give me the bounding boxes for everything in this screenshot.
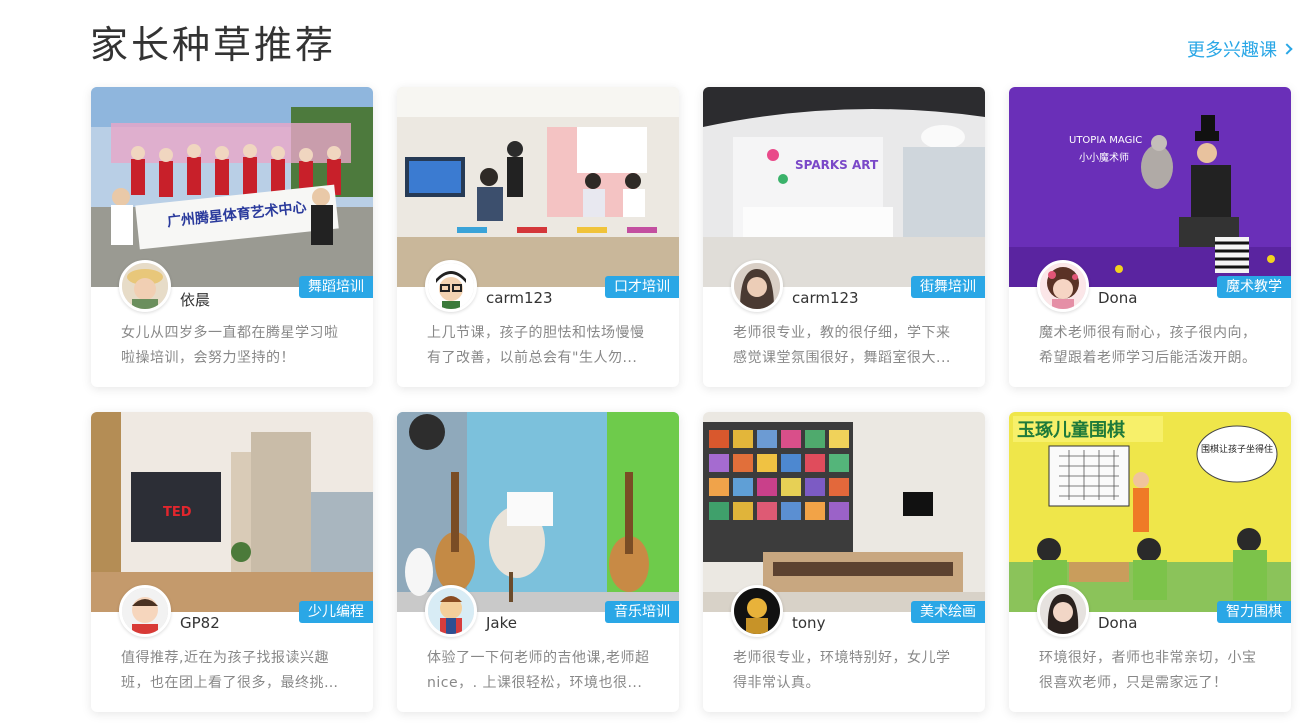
user-avatar bbox=[425, 585, 477, 637]
user-name: Dona bbox=[1098, 289, 1138, 307]
course-photo bbox=[703, 412, 985, 612]
review-text: 女儿从四岁多一直都在腾星学习啦啦操培训，会努力坚持的！ bbox=[121, 325, 339, 366]
review-card[interactable]: TED 少儿编程 GP82 值得推荐,近在为孩子找报读兴趣班，也在团上看了很多，… bbox=[91, 412, 373, 712]
user-avatar bbox=[1037, 585, 1089, 637]
user-name: Dona bbox=[1098, 614, 1138, 632]
more-interest-courses-link[interactable]: 更多兴趣课 bbox=[1187, 36, 1293, 62]
review-text: 魔术老师很有耐心，孩子很内向，希望跟着老师学习后能活泼开朗。 bbox=[1039, 325, 1257, 366]
review-card[interactable]: 玉琢儿童围棋 围棋让孩子坐得住 智力围棋 Dona 环境很好，者师也非常亲切，小… bbox=[1009, 412, 1291, 712]
course-category-tag: 魔术教学 bbox=[1217, 276, 1291, 298]
review-text: 老师很专业，环境特别好，女儿学得非常认真。 bbox=[733, 650, 951, 691]
course-category-tag: 街舞培训 bbox=[911, 276, 985, 298]
user-avatar bbox=[119, 585, 171, 637]
course-category-tag: 美术绘画 bbox=[911, 601, 985, 623]
course-category-tag: 舞蹈培训 bbox=[299, 276, 373, 298]
recommendation-grid: 广州腾星体育艺术中心 舞蹈培训 依晨 女儿从四岁多一直都在腾星学习啦啦操培训，会… bbox=[91, 87, 1291, 712]
user-avatar bbox=[425, 260, 477, 312]
ted-logo-text: TED bbox=[163, 505, 192, 520]
user-avatar bbox=[119, 260, 171, 312]
studio-logo-text: SPARKS ART bbox=[795, 158, 879, 172]
page-title: 家长种草推荐 bbox=[90, 23, 337, 67]
review-card[interactable]: 音乐培训 Jake 体验了一下何老师的吉他课,老师超nice，. 上课很轻松，环… bbox=[397, 412, 679, 712]
course-photo bbox=[397, 87, 679, 287]
course-photo: SPARKS ART bbox=[703, 87, 985, 287]
course-photo: UTOPIA MAGIC 小小魔术师 bbox=[1009, 87, 1291, 287]
chevron-right-icon bbox=[1281, 43, 1293, 55]
review-text: 上几节课，孩子的胆怯和怯场慢慢有了改善，以前总会有"生人勿... bbox=[427, 325, 645, 366]
more-link-label: 更多兴趣课 bbox=[1187, 40, 1277, 61]
user-name: Jake bbox=[486, 614, 517, 632]
course-category-tag: 音乐培训 bbox=[605, 601, 679, 623]
magic-subtitle-text: 小小魔术师 bbox=[1079, 151, 1129, 164]
review-card[interactable]: 美术绘画 tony 老师很专业，环境特别好，女儿学得非常认真。 bbox=[703, 412, 985, 712]
user-name: tony bbox=[792, 614, 826, 632]
course-photo: 广州腾星体育艺术中心 bbox=[91, 87, 373, 287]
review-card[interactable]: UTOPIA MAGIC 小小魔术师 魔术教学 Dona 魔术老师很有耐心，孩子… bbox=[1009, 87, 1291, 387]
slogan-text: 围棋让孩子坐得住 bbox=[1201, 443, 1273, 455]
user-avatar bbox=[731, 260, 783, 312]
review-text: 老师很专业，教的很仔细，学下来感觉课堂氛围很好，舞蹈室很大... bbox=[733, 325, 951, 366]
review-card[interactable]: SPARKS ART 街舞培训 carm123 老师很专业，教的很仔细，学下来感… bbox=[703, 87, 985, 387]
user-name: 依晨 bbox=[180, 291, 211, 309]
course-category-tag: 智力围棋 bbox=[1217, 601, 1291, 623]
review-card[interactable]: 口才培训 carm123 上几节课，孩子的胆怯和怯场慢慢有了改善，以前总会有"生… bbox=[397, 87, 679, 387]
course-photo bbox=[397, 412, 679, 612]
user-avatar bbox=[731, 585, 783, 637]
school-logo-text: 玉琢儿童围棋 bbox=[1017, 419, 1125, 441]
user-name: carm123 bbox=[792, 289, 859, 307]
user-avatar bbox=[1037, 260, 1089, 312]
user-name: GP82 bbox=[180, 614, 220, 632]
review-card[interactable]: 广州腾星体育艺术中心 舞蹈培训 依晨 女儿从四岁多一直都在腾星学习啦啦操培训，会… bbox=[91, 87, 373, 387]
course-photo: TED bbox=[91, 412, 373, 612]
course-category-tag: 少儿编程 bbox=[299, 601, 373, 623]
course-category-tag: 口才培训 bbox=[605, 276, 679, 298]
user-name: carm123 bbox=[486, 289, 553, 307]
review-text: 体验了一下何老师的吉他课,老师超nice，. 上课很轻松，环境也很... bbox=[427, 650, 650, 691]
magic-school-text: UTOPIA MAGIC bbox=[1069, 135, 1142, 146]
course-photo: 玉琢儿童围棋 围棋让孩子坐得住 bbox=[1009, 412, 1291, 612]
review-text: 值得推荐,近在为孩子找报读兴趣班，也在团上看了很多，最终挑选到... bbox=[121, 650, 339, 691]
review-text: 环境很好，者师也非常亲切，小宝很喜欢老师，只是需家远了！ bbox=[1039, 650, 1257, 691]
